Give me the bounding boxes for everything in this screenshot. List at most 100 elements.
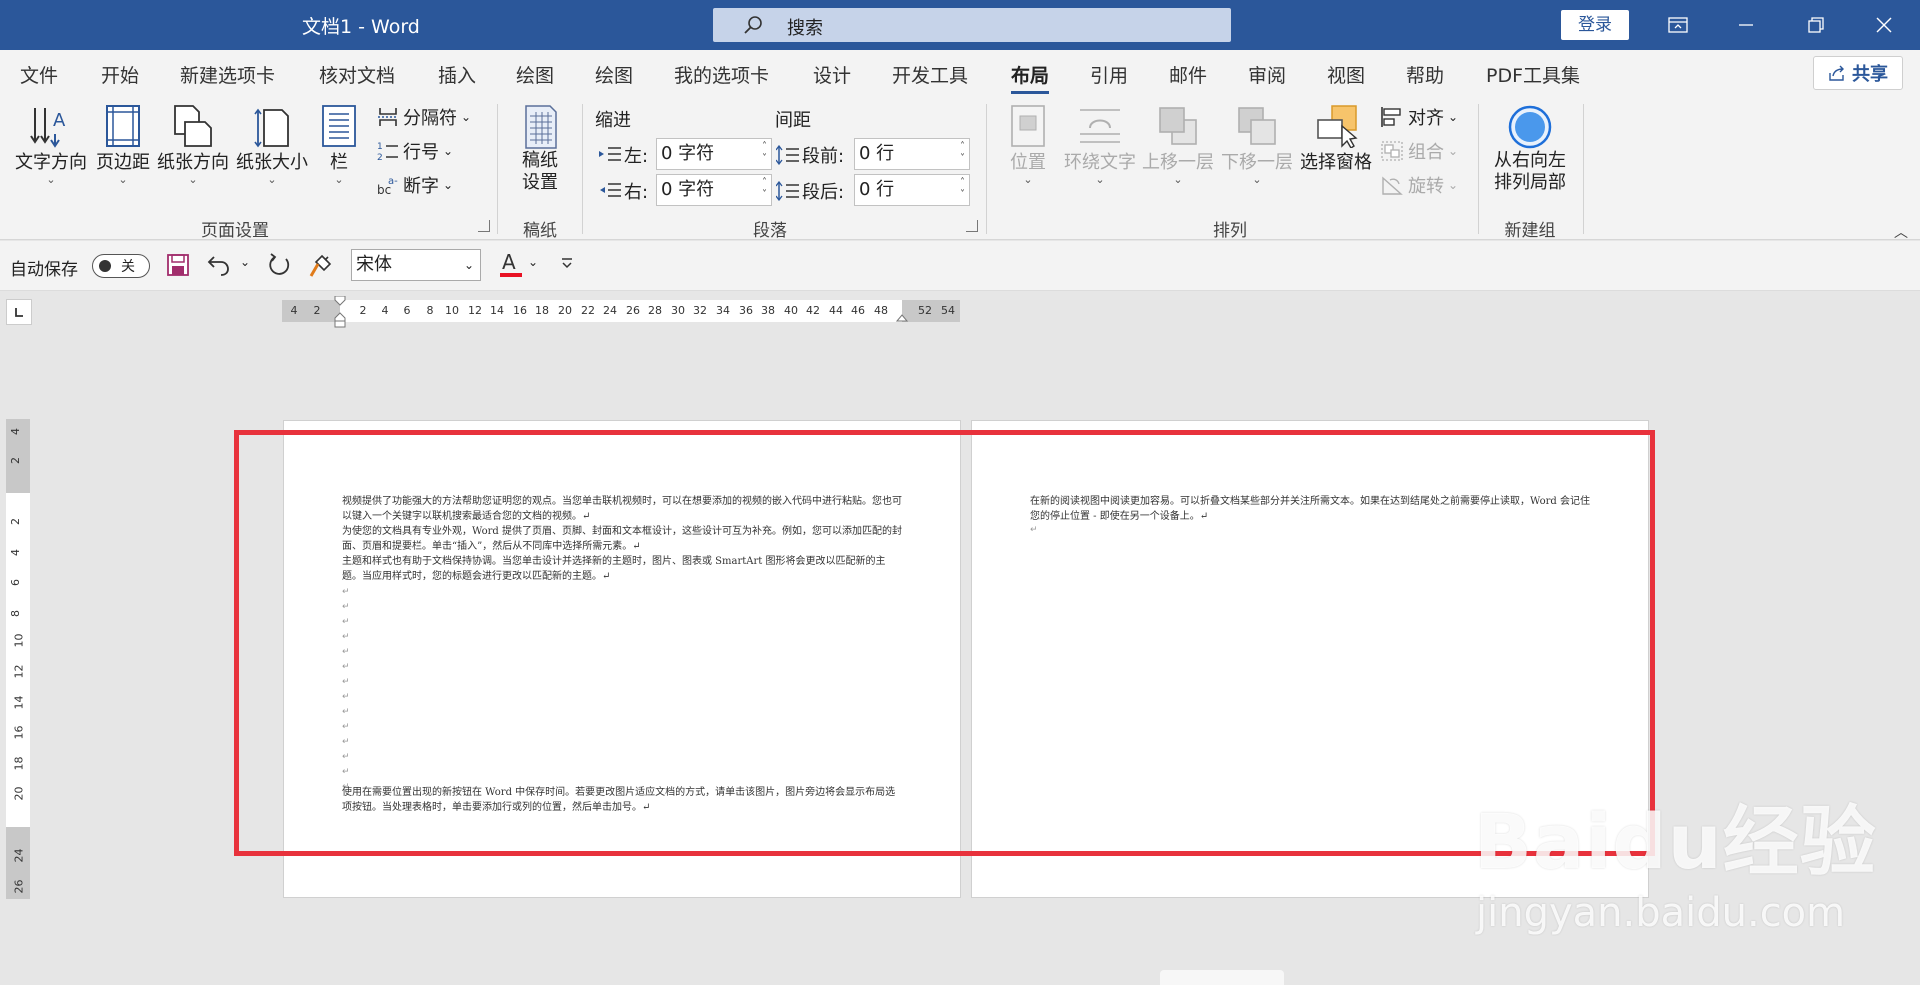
paragraph-launcher[interactable] bbox=[966, 220, 978, 232]
hyphenation-button[interactable]: bc a- 断字 ⌄ bbox=[377, 172, 453, 198]
text-direction-icon: A bbox=[30, 108, 66, 148]
tab-insert[interactable]: 插入 bbox=[438, 61, 476, 88]
tab-draw-1[interactable]: 绘图 bbox=[516, 61, 554, 88]
ribbon-display-options-button[interactable] bbox=[1648, 0, 1708, 50]
close-icon bbox=[1876, 17, 1892, 33]
ruler-tick: 4 bbox=[381, 304, 389, 317]
rotate-button[interactable]: 旋转 ⌄ bbox=[1380, 172, 1458, 198]
line-numbers-button[interactable]: 12 行号 ⌄ bbox=[377, 138, 453, 164]
ruler-tick: 2 bbox=[359, 304, 367, 317]
spinner-icon[interactable]: ˄ ˅ bbox=[762, 141, 767, 165]
font-color-icon[interactable]: A bbox=[498, 249, 524, 285]
watermark-url: jingyan.baidu.com bbox=[1476, 890, 1846, 936]
ruler-tick: 30 bbox=[671, 304, 685, 317]
spacing-after-input[interactable]: 0 行 ˄ ˅ bbox=[854, 174, 970, 206]
position-button[interactable]: 位置 ⌄ bbox=[1004, 104, 1052, 186]
arrange-group-label: 排列 bbox=[1213, 221, 1247, 241]
margins-button[interactable]: 页边距 ⌄ bbox=[94, 104, 152, 186]
line-numbers-icon: 12 bbox=[377, 142, 398, 162]
tab-layout[interactable]: 布局 bbox=[1011, 61, 1050, 94]
breaks-button[interactable]: 分隔符 ⌄ bbox=[377, 104, 471, 130]
search-box[interactable]: 搜索 bbox=[713, 8, 1231, 42]
right-indent-marker[interactable] bbox=[896, 312, 908, 322]
font-name-select[interactable]: 宋体 ⌄ bbox=[351, 249, 481, 281]
spinner-icon[interactable]: ˄ ˅ bbox=[762, 177, 767, 201]
redo-icon[interactable] bbox=[266, 253, 292, 283]
ruler-tick: 24 bbox=[603, 304, 617, 317]
group-objects-button[interactable]: 组合 ⌄ bbox=[1380, 138, 1458, 164]
tab-draw-2[interactable]: 绘图 bbox=[595, 61, 633, 88]
highlight-box bbox=[234, 430, 1655, 856]
tab-file[interactable]: 文件 bbox=[20, 61, 58, 88]
orientation-button[interactable]: 纸张方向 ⌄ bbox=[155, 104, 231, 186]
selection-pane-button[interactable]: 选择窗格 bbox=[1296, 104, 1376, 174]
ruler-tick: 44 bbox=[829, 304, 843, 317]
tab-selector[interactable] bbox=[6, 299, 32, 325]
spacing-before-input[interactable]: 0 行 ˄ ˅ bbox=[854, 138, 970, 170]
align-icon bbox=[1381, 107, 1401, 127]
tab-my-tab[interactable]: 我的选项卡 bbox=[674, 61, 769, 88]
page-setup-group-label: 页面设置 bbox=[201, 221, 269, 241]
rotate-icon bbox=[1382, 176, 1403, 195]
page-setup-launcher[interactable] bbox=[478, 220, 490, 232]
share-button[interactable]: 共享 bbox=[1813, 56, 1903, 90]
undo-dropdown-icon[interactable]: ⌄ bbox=[240, 255, 250, 269]
format-painter-icon[interactable] bbox=[308, 253, 334, 283]
align-button[interactable]: 对齐 ⌄ bbox=[1380, 104, 1458, 130]
customize-qat-icon[interactable] bbox=[560, 255, 574, 275]
tab-mailings[interactable]: 邮件 bbox=[1169, 61, 1207, 88]
collapse-ribbon-icon[interactable]: ︿ bbox=[1894, 222, 1908, 242]
minimize-icon bbox=[1739, 24, 1753, 26]
group-separator bbox=[1478, 104, 1479, 234]
wrap-text-icon bbox=[1080, 109, 1120, 143]
manuscript-setup-button[interactable]: 稿纸 设置 bbox=[512, 104, 568, 194]
columns-button[interactable]: 栏 ⌄ bbox=[318, 104, 360, 186]
ruler-tick: 20 bbox=[12, 786, 26, 801]
bring-forward-button[interactable]: 上移一层 ⌄ bbox=[1140, 104, 1216, 186]
wrap-text-button[interactable]: 环绕文字 ⌄ bbox=[1062, 104, 1138, 186]
spinner-icon[interactable]: ˄ ˅ bbox=[960, 177, 965, 201]
tab-references[interactable]: 引用 bbox=[1090, 61, 1128, 88]
chevron-down-icon: ⌄ bbox=[443, 178, 454, 192]
autosave-toggle[interactable]: 关 bbox=[92, 254, 150, 278]
tab-help[interactable]: 帮助 bbox=[1406, 61, 1444, 88]
svg-text:2: 2 bbox=[377, 153, 383, 162]
vertical-ruler[interactable]: 4 2 2 4 6 8 10 12 14 16 18 20 24 26 bbox=[6, 419, 30, 899]
tab-developer[interactable]: 开发工具 bbox=[892, 61, 968, 88]
restore-button[interactable] bbox=[1786, 0, 1846, 50]
ruler-tick: 4 bbox=[9, 549, 22, 556]
login-button[interactable]: 登录 bbox=[1561, 10, 1629, 40]
ruler-tick: 2 bbox=[9, 518, 22, 525]
horizontal-ruler[interactable]: 4 2 2 4 6 8 10 12 14 16 18 20 22 24 26 2… bbox=[282, 296, 960, 328]
ruler-tick: 18 bbox=[12, 756, 26, 771]
wrap-text-label: 环绕文字 bbox=[1064, 152, 1136, 173]
indent-left-input[interactable]: 0 字符 ˄ ˅ bbox=[656, 138, 772, 170]
tab-view[interactable]: 视图 bbox=[1327, 61, 1365, 88]
tab-review-doc[interactable]: 核对文档 bbox=[319, 61, 395, 88]
rtl-arrange-button[interactable]: 从右向左 排列局部 bbox=[1488, 104, 1572, 194]
undo-icon[interactable] bbox=[206, 253, 234, 281]
send-backward-button[interactable]: 下移一层 ⌄ bbox=[1219, 104, 1295, 186]
save-icon[interactable] bbox=[166, 253, 190, 281]
rotate-label: 旋转 bbox=[1408, 176, 1444, 197]
close-button[interactable] bbox=[1854, 0, 1914, 50]
spacing-after-icon bbox=[776, 181, 799, 201]
ribbon-layout: A 文字方向 ⌄ 页边距 ⌄ 纸张方向 ⌄ 纸张大小 ⌄ 栏 ⌄ 分隔符 ⌄ 1… bbox=[0, 98, 1920, 242]
spinner-icon[interactable]: ˄ ˅ bbox=[960, 141, 965, 165]
spacing-before-label: 段前: bbox=[776, 142, 844, 168]
tab-home[interactable]: 开始 bbox=[101, 61, 139, 88]
rtl-label-2: 排列局部 bbox=[1494, 172, 1566, 193]
hyphenation-label: 断字 bbox=[403, 176, 439, 197]
first-line-indent-marker[interactable] bbox=[334, 296, 346, 328]
font-color-dropdown-icon[interactable]: ⌄ bbox=[528, 255, 538, 269]
manuscript-group-label: 稿纸 bbox=[523, 221, 557, 241]
text-direction-button[interactable]: A 文字方向 ⌄ bbox=[12, 104, 90, 186]
tab-pdf-tools[interactable]: PDF工具集 bbox=[1486, 61, 1580, 88]
indent-right-input[interactable]: 0 字符 ˄ ˅ bbox=[656, 174, 772, 206]
size-button[interactable]: 纸张大小 ⌄ bbox=[234, 104, 310, 186]
tab-design[interactable]: 设计 bbox=[813, 61, 851, 88]
tab-review[interactable]: 审阅 bbox=[1248, 61, 1286, 88]
ruler-tick: 52 bbox=[918, 304, 932, 317]
minimize-button[interactable] bbox=[1716, 0, 1776, 50]
tab-new-tab[interactable]: 新建选项卡 bbox=[180, 61, 275, 88]
